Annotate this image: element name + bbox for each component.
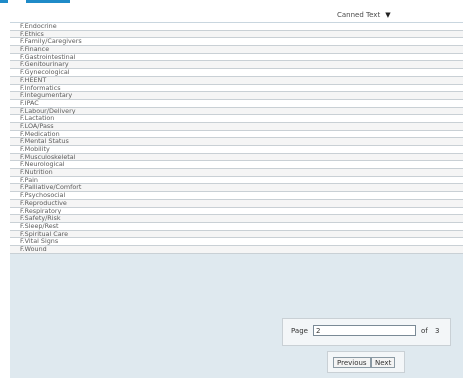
table-row[interactable]: F.Sleep/Rest	[10, 222, 463, 231]
table-row[interactable]: F.Wound	[10, 245, 463, 254]
table-row[interactable]: F.Neurological	[10, 161, 463, 170]
caret-down-icon[interactable]: ▼	[385, 11, 390, 19]
accent-segment	[26, 0, 70, 3]
table-row[interactable]: F.Mobility	[10, 146, 463, 154]
table-row[interactable]: F.Respiratory	[10, 207, 463, 216]
table-row[interactable]: F.Endocrine	[10, 23, 463, 31]
next-button[interactable]: Next	[371, 357, 396, 368]
of-label: of	[421, 327, 428, 335]
table-row[interactable]: F.Musculoskeletal	[10, 153, 463, 162]
table-row[interactable]: F.Integumentary	[10, 92, 463, 100]
table-row[interactable]: F.Gynecological	[10, 69, 463, 77]
top-accent-bar	[0, 0, 463, 10]
table-row[interactable]: F.Labour/Delivery	[10, 107, 463, 116]
table-row[interactable]: F.Palliative/Comfort	[10, 184, 463, 193]
table-row[interactable]: F.Psychosocial	[10, 192, 463, 200]
table-row[interactable]: F.HEENT	[10, 76, 463, 85]
column-header-label: Canned Text	[337, 11, 381, 19]
grid-header: Canned Text ▼	[10, 10, 463, 23]
page-label: Page	[291, 327, 308, 335]
page-number-input[interactable]	[313, 325, 416, 336]
table-row[interactable]: F.Lactation	[10, 115, 463, 123]
table-row[interactable]: F.Spiritual Care	[10, 230, 463, 239]
table-row[interactable]: F.Safety/Risk	[10, 215, 463, 223]
page-selector: Page of 3	[282, 318, 451, 346]
table-row[interactable]: F.IPAC	[10, 99, 463, 108]
column-header-canned-text[interactable]: Canned Text ▼	[337, 11, 391, 19]
table-row[interactable]: F.Finance	[10, 46, 463, 54]
table-row[interactable]: F.Family/Caregivers	[10, 38, 463, 47]
table-row[interactable]: F.Gastrointestinal	[10, 53, 463, 62]
table-row[interactable]: F.Mental Status	[10, 138, 463, 146]
table-row[interactable]: F.Reproductive	[10, 199, 463, 208]
table-row[interactable]: F.Nutrition	[10, 169, 463, 177]
table-row[interactable]: F.Medication	[10, 130, 463, 139]
table-row[interactable]: F.Ethics	[10, 30, 463, 39]
table-row[interactable]: F.Vital Signs	[10, 238, 463, 246]
table-row[interactable]: F.LOA/Pass	[10, 122, 463, 131]
table-row[interactable]: F.Informatics	[10, 84, 463, 93]
grid-rows: F.Endocrine F.Ethics F.Family/Caregivers F.…	[10, 23, 463, 254]
total-pages: 3	[435, 327, 440, 335]
table-row[interactable]: F.Pain	[10, 176, 463, 185]
previous-button[interactable]: Previous	[333, 357, 371, 368]
pagination-nav: Previous Next	[327, 351, 405, 373]
table-row[interactable]: F.Genitourinary	[10, 61, 463, 70]
accent-segment	[0, 0, 8, 3]
